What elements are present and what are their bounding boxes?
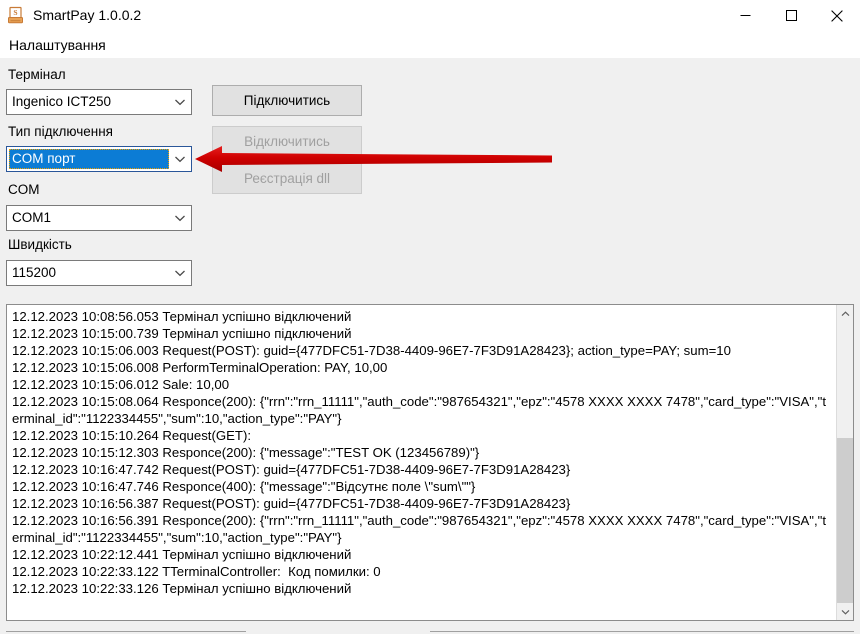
log-line: 12.12.2023 10:22:33.122 TTerminalControl… — [12, 564, 381, 579]
connection-type-combobox[interactable]: COM порт — [6, 146, 192, 172]
chevron-down-icon — [841, 609, 849, 615]
minimize-icon — [740, 15, 750, 16]
minimize-button[interactable] — [722, 0, 768, 31]
log-line: 12.12.2023 10:15:06.008 PerformTerminalO… — [12, 360, 388, 375]
log-line: 12.12.2023 10:16:56.391 Responce(200): {… — [12, 513, 826, 545]
chevron-down-icon[interactable] — [169, 98, 191, 106]
log-scrollbar[interactable] — [836, 305, 853, 620]
com-label: COM — [8, 182, 40, 197]
log-line: 12.12.2023 10:15:00.739 Термінал успішно… — [12, 326, 352, 341]
com-combobox[interactable]: COM1 — [6, 205, 192, 231]
close-icon — [831, 9, 843, 22]
terminal-combobox[interactable]: Ingenico ICT250 — [6, 89, 192, 115]
client-area: Термінал Ingenico ICT250 Тип підключення… — [0, 58, 860, 634]
svg-text:S: S — [13, 8, 17, 17]
connect-button[interactable]: Підключитись — [212, 85, 362, 116]
scroll-up-button[interactable] — [837, 305, 853, 322]
register-dll-button[interactable]: Реєстрація dll — [212, 163, 362, 194]
log-line: 12.12.2023 10:16:47.742 Request(POST): g… — [12, 462, 571, 477]
com-combobox-value: COM1 — [12, 210, 52, 225]
log-line: 12.12.2023 10:16:47.746 Responce(400): {… — [12, 479, 476, 494]
maximize-button[interactable] — [768, 0, 814, 31]
log-line: 12.12.2023 10:15:08.064 Responce(200): {… — [12, 394, 826, 426]
speed-combobox-value: 115200 — [12, 265, 57, 280]
smartpay-app-icon: S — [7, 6, 25, 24]
terminal-combobox-value: Ingenico ICT250 — [12, 94, 112, 109]
menu-item-settings[interactable]: Налаштування — [7, 34, 108, 56]
smartpay-window: S SmartPay 1.0.0.2 Налаштування Термінал… — [0, 0, 860, 634]
log-line: 12.12.2023 10:08:56.053 Термінал успішно… — [12, 309, 352, 324]
disconnect-button[interactable]: Відключитись — [212, 126, 362, 157]
log-line: 12.12.2023 10:15:06.012 Sale: 10,00 — [12, 377, 230, 392]
chevron-down-icon[interactable] — [169, 155, 191, 163]
speed-combobox[interactable]: 115200 — [6, 260, 192, 286]
log-line: 12.12.2023 10:15:12.303 Responce(200): {… — [12, 445, 480, 460]
maximize-icon — [785, 10, 797, 21]
log-line: 12.12.2023 10:16:56.387 Request(POST): g… — [12, 496, 571, 511]
log-line: 12.12.2023 10:15:06.003 Request(POST): g… — [12, 343, 731, 358]
window-controls — [722, 0, 860, 31]
connection-type-combobox-value: COM порт — [9, 149, 169, 169]
scrollbar-thumb[interactable] — [837, 438, 853, 603]
window-title: SmartPay 1.0.0.2 — [33, 7, 142, 23]
speed-label: Швидкість — [8, 237, 72, 252]
chevron-down-icon[interactable] — [169, 269, 191, 277]
log-line: 12.12.2023 10:22:33.126 Термінал успішно… — [12, 581, 352, 596]
connection-type-label: Тип підключення — [8, 124, 113, 139]
scroll-down-button[interactable] — [837, 603, 853, 620]
chevron-up-icon — [841, 310, 849, 316]
scrollbar-track[interactable] — [837, 322, 853, 603]
menu-bar: Налаштування — [0, 31, 860, 58]
log-line: 12.12.2023 10:22:12.441 Термінал успішно… — [12, 547, 352, 562]
chevron-down-icon[interactable] — [169, 214, 191, 222]
log-line: 12.12.2023 10:15:10.264 Request(GET): — [12, 428, 252, 443]
log-text: 12.12.2023 10:08:56.053 Термінал успішно… — [12, 308, 833, 597]
close-button[interactable] — [814, 0, 860, 31]
title-bar: S SmartPay 1.0.0.2 — [0, 0, 860, 31]
log-panel[interactable]: 12.12.2023 10:08:56.053 Термінал успішно… — [6, 304, 854, 621]
terminal-label: Термінал — [8, 67, 66, 82]
